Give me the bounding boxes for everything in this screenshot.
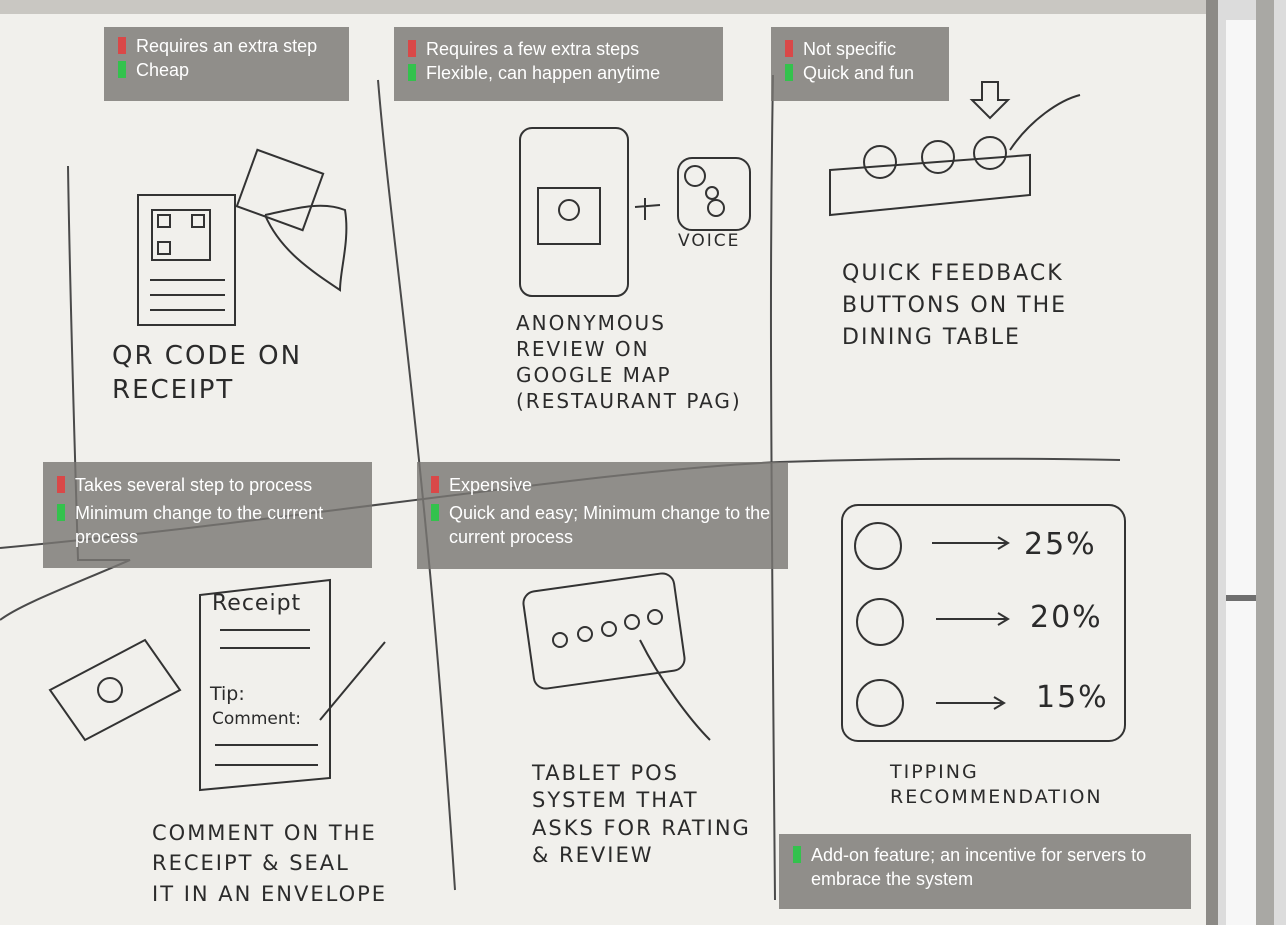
con-text: Expensive bbox=[449, 475, 533, 495]
pro-marker bbox=[793, 846, 801, 863]
note-tablet-pos: Expensive Quick and easy; Minimum change… bbox=[417, 462, 788, 569]
pro-text: Minimum change to the current process bbox=[75, 502, 324, 547]
pro-marker bbox=[431, 503, 439, 521]
pro-marker bbox=[118, 60, 126, 78]
pro-marker bbox=[57, 503, 65, 521]
con-marker bbox=[431, 476, 439, 493]
note-tipping: Add-on feature; an incentive for servers… bbox=[779, 834, 1191, 909]
voice-label: VOICE bbox=[678, 231, 741, 251]
tip-25-label: 25% bbox=[1024, 527, 1097, 562]
con-text: Takes several step to process bbox=[75, 475, 313, 495]
note-qr-receipt: Requires an extra step Cheap bbox=[104, 27, 349, 101]
pro-text: Add-on feature; an incentive for servers… bbox=[811, 845, 1147, 889]
tip-20-label: 20% bbox=[1030, 600, 1103, 635]
note-google-review: Requires a few extra steps Flexible, can… bbox=[394, 27, 723, 101]
tablet-pos-caption: TABLET POS SYSTEM THAT ASKS FOR RATING &… bbox=[532, 761, 751, 867]
con-text: Requires an extra step bbox=[136, 36, 318, 56]
receipt-comment-label: Comment: bbox=[212, 709, 302, 729]
tip-15-label: 15% bbox=[1036, 680, 1109, 715]
con-marker bbox=[785, 40, 793, 57]
pro-marker bbox=[408, 63, 416, 81]
google-review-caption: ANONYMOUS REVIEW ON GOOGLE MAP (RESTAURA… bbox=[516, 311, 742, 413]
receipt-tip-label: Tip: bbox=[210, 683, 245, 705]
con-marker bbox=[57, 476, 65, 493]
receipt-title-label: Receipt bbox=[212, 591, 302, 616]
feedback-buttons-caption: QUICK FEEDBACK BUTTONS ON THE DINING TAB… bbox=[842, 261, 1068, 350]
pro-text: Flexible, can happen anytime bbox=[426, 62, 661, 83]
pro-text: Quick and fun bbox=[803, 62, 915, 83]
con-marker bbox=[118, 37, 126, 54]
pro-text: Quick and easy; Minimum change to the cu… bbox=[449, 502, 771, 547]
note-feedback-buttons: Not specific Quick and fun bbox=[771, 27, 949, 101]
tipping-caption: TIPPING RECOMMENDATION bbox=[890, 761, 1103, 808]
note-comment-receipt: Takes several step to process Minimum ch… bbox=[43, 462, 372, 568]
pro-marker bbox=[785, 63, 793, 81]
comment-receipt-caption: COMMENT ON THE RECEIPT & SEAL IT IN AN E… bbox=[152, 821, 388, 906]
con-text: Requires a few extra steps bbox=[426, 39, 640, 59]
qr-receipt-caption: QR CODE ON RECEIPT bbox=[112, 341, 303, 405]
con-marker bbox=[408, 40, 416, 57]
con-text: Not specific bbox=[803, 39, 897, 59]
pro-text: Cheap bbox=[136, 59, 190, 80]
